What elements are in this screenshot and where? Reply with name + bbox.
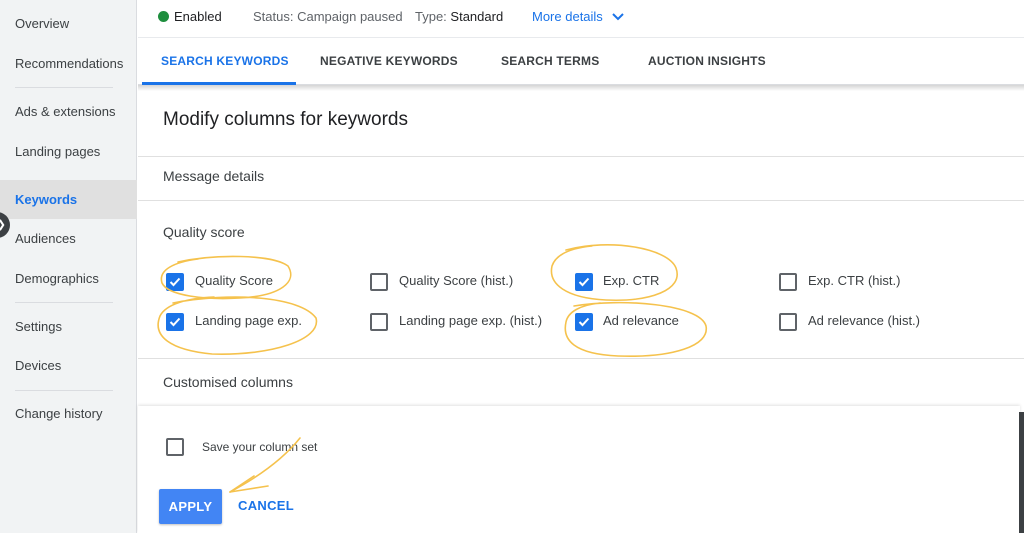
sidebar-item-audiences[interactable]: Audiences (15, 231, 76, 246)
quality-score-label[interactable]: Quality Score (195, 273, 273, 288)
tab-negative-keywords[interactable]: NEGATIVE KEYWORDS (320, 54, 458, 68)
keyword-tabs: SEARCH KEYWORDS NEGATIVE KEYWORDS SEARCH… (138, 37, 1024, 85)
section-divider (138, 358, 1024, 359)
save-column-set-label[interactable]: Save your column set (202, 440, 317, 454)
landing-page-exp-hist-checkbox[interactable] (370, 313, 388, 331)
campaign-type-value: Standard (450, 9, 504, 24)
sidebar-divider (15, 302, 113, 303)
sidebar-item-demographics[interactable]: Demographics (15, 271, 99, 286)
checkmark-icon (578, 277, 590, 287)
exp-ctr-checkbox[interactable] (575, 273, 593, 291)
sidebar-item-landing-pages[interactable]: Landing pages (15, 144, 100, 159)
cancel-button[interactable]: CANCEL (238, 498, 294, 513)
sidebar-item-recommendations[interactable]: Recommendations (15, 56, 123, 71)
campaign-status-text: Status: Campaign paused (253, 9, 403, 24)
more-details-link[interactable]: More details (532, 9, 603, 24)
column-set-footer (138, 406, 1020, 533)
sidebar-divider (15, 87, 113, 88)
checkmark-icon (578, 317, 590, 327)
exp-ctr-hist-label[interactable]: Exp. CTR (hist.) (808, 273, 900, 288)
landing-page-exp-checkbox[interactable] (166, 313, 184, 331)
sidebar-item-overview[interactable]: Overview (15, 16, 69, 31)
sidebar-item-ads-extensions[interactable]: Ads & extensions (15, 104, 115, 119)
save-column-set-checkbox[interactable] (166, 438, 184, 456)
ad-relevance-hist-checkbox[interactable] (779, 313, 797, 331)
tab-search-keywords[interactable]: SEARCH KEYWORDS (161, 54, 289, 68)
sidebar-item-keywords[interactable]: Keywords (15, 192, 77, 207)
checkmark-icon (169, 277, 181, 287)
tab-auction-insights[interactable]: AUCTION INSIGHTS (648, 54, 766, 68)
campaign-type: Type: Standard (415, 9, 503, 24)
landing-page-exp-label[interactable]: Landing page exp. (195, 313, 302, 328)
quality-score-checkbox[interactable] (166, 273, 184, 291)
quality-score-heading[interactable]: Quality score (163, 224, 245, 240)
customised-columns-section[interactable]: Customised columns (163, 374, 293, 390)
panel-top-shadow (138, 85, 1024, 91)
scrollbar[interactable] (1019, 412, 1024, 533)
campaign-type-label: Type: (415, 9, 447, 24)
panel-title: Modify columns for keywords (163, 109, 408, 130)
sidebar-divider (15, 390, 113, 391)
checkmark-icon (169, 317, 181, 327)
section-divider (138, 156, 1024, 157)
exp-ctr-label[interactable]: Exp. CTR (603, 273, 659, 288)
section-divider (138, 200, 1024, 201)
sidebar-nav: Overview Recommendations Ads & extension… (0, 0, 137, 533)
status-enabled-label[interactable]: Enabled (174, 9, 222, 24)
chevron-down-icon[interactable] (611, 10, 625, 24)
sidebar-item-settings[interactable]: Settings (15, 319, 62, 334)
quality-score-hist-checkbox[interactable] (370, 273, 388, 291)
ad-relevance-label[interactable]: Ad relevance (603, 313, 679, 328)
landing-page-exp-hist-label[interactable]: Landing page exp. (hist.) (399, 313, 542, 328)
apply-button[interactable]: APPLY (159, 489, 222, 524)
exp-ctr-hist-checkbox[interactable] (779, 273, 797, 291)
ad-relevance-checkbox[interactable] (575, 313, 593, 331)
enabled-status-icon (158, 11, 169, 22)
sidebar-item-change-history[interactable]: Change history (15, 406, 102, 421)
quality-score-hist-label[interactable]: Quality Score (hist.) (399, 273, 513, 288)
ad-relevance-hist-label[interactable]: Ad relevance (hist.) (808, 313, 920, 328)
campaign-status-bar: Enabled Status: Campaign paused Type: St… (138, 0, 1024, 36)
message-details-section[interactable]: Message details (163, 168, 264, 184)
tab-search-terms[interactable]: SEARCH TERMS (501, 54, 599, 68)
sidebar-item-devices[interactable]: Devices (15, 358, 61, 373)
